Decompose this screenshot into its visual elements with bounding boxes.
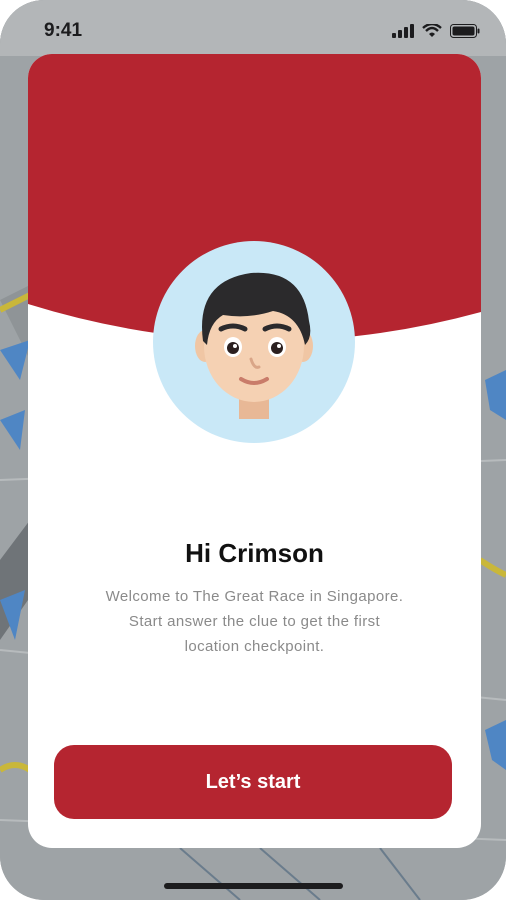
avatar [153,241,355,443]
battery-icon [450,24,480,38]
welcome-card: Hi Crimson Welcome to The Great Race in … [28,54,481,848]
wifi-icon [422,24,442,37]
welcome-line-2: Start answer the clue to get the first [128,613,381,630]
status-bar: 9:41 [0,0,506,56]
lets-start-button[interactable]: Let’s start [54,745,452,819]
status-time: 9:41 [44,20,83,41]
welcome-line-1: Welcome to The Great Race in Singapore. [105,588,404,605]
signal-icon [392,24,414,38]
welcome-message: Welcome to The Great Race in Singapore. … [58,584,451,659]
phone-frame: 9:41 Hi Crimson Welcome to The Great Rac… [0,0,506,900]
memoji-avatar-icon [195,272,313,419]
greeting-title: Hi Crimson [185,538,324,568]
home-indicator[interactable] [164,883,343,889]
status-icons [392,24,480,38]
welcome-line-3: location checkpoint. [184,638,325,655]
